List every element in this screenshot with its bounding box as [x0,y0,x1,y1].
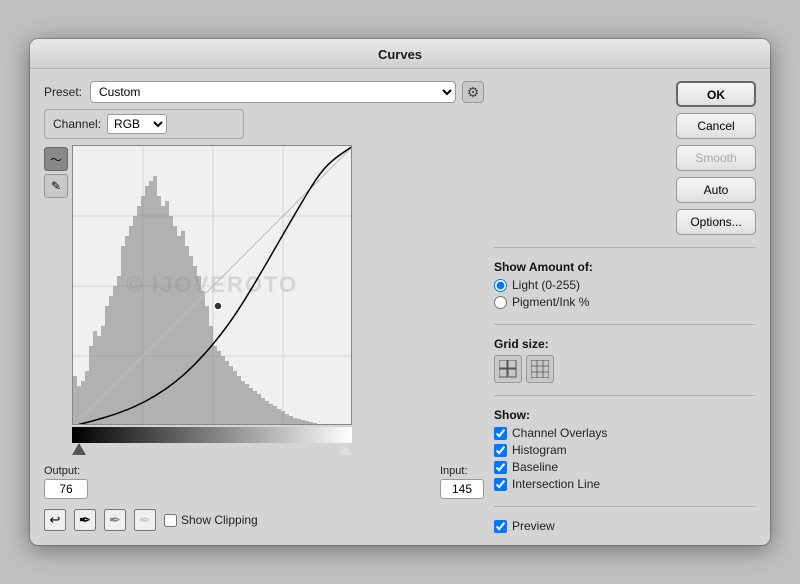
options-button[interactable]: Options... [676,209,756,235]
control-point[interactable] [214,302,222,310]
black-eyedropper-button[interactable]: ✒ [74,509,96,531]
preview-checkbox[interactable] [494,520,507,533]
divider-1 [494,247,756,248]
input-input[interactable] [440,479,484,499]
grid-10x10-button[interactable] [526,355,554,383]
grid-4x4-icon [499,360,517,378]
show-clipping-row: Show Clipping [164,513,258,527]
divider-3 [494,395,756,396]
black-point-slider[interactable] [72,443,86,455]
curve-area: 〜 ✎ © IJOVEROTO [44,145,484,457]
channel-row: Channel: RGB Red Green Blue [44,109,244,139]
show-clipping-label: Show Clipping [181,513,258,527]
grid-size-title: Grid size: [494,337,756,351]
light-radio[interactable] [494,279,507,292]
intersection-label: Intersection Line [512,477,600,491]
channel-select[interactable]: RGB Red Green Blue [107,114,167,134]
preview-label: Preview [512,519,555,533]
pigment-label: Pigment/Ink % [512,295,589,309]
pen-tool-button[interactable]: ✎ [44,174,68,198]
light-label: Light (0-255) [512,278,580,292]
gray-eyedropper-icon: ✒ [109,511,122,529]
show-title: Show: [494,408,756,422]
output-input-row: Output: Input: [44,465,484,499]
black-eyedropper-icon: ✒ [79,511,92,529]
channel-overlays-label: Channel Overlays [512,426,607,440]
output-section: Output: [44,465,88,499]
right-panel: OK Cancel Smooth Auto Options... Show Am… [494,81,756,533]
white-point-slider[interactable] [338,443,352,455]
grid-svg [73,146,352,425]
intersection-checkbox[interactable] [494,478,507,491]
pigment-radio-row: Pigment/Ink % [494,295,756,309]
curve-tools: 〜 ✎ [44,145,68,457]
preset-row: Preset: Custom ⚙ [44,81,484,103]
white-eyedropper-icon: ✒ [139,511,152,529]
gear-button[interactable]: ⚙ [462,81,484,103]
divider-2 [494,324,756,325]
title-text: Curves [378,47,422,62]
grid-10x10-icon [531,360,549,378]
gray-eyedropper-button[interactable]: ✒ [104,509,126,531]
dialog-body: Preset: Custom ⚙ Channel: RGB Red Green … [30,69,770,545]
curve-tool-button[interactable]: 〜 [44,147,68,171]
baseline-checkbox[interactable] [494,461,507,474]
grid-4x4-button[interactable] [494,355,522,383]
baseline-line [73,146,352,425]
input-section: Input: [440,465,484,499]
cancel-button[interactable]: Cancel [676,113,756,139]
preset-label: Preset: [44,85,84,99]
channel-label: Channel: [53,117,101,131]
gear-icon: ⚙ [467,84,480,101]
auto-button[interactable]: Auto [676,177,756,203]
divider-4 [494,506,756,507]
output-label: Output: [44,465,88,477]
channel-overlays-checkbox[interactable] [494,427,507,440]
curve-canvas[interactable]: © IJOVEROTO [72,145,352,425]
show-amount-title: Show Amount of: [494,260,756,274]
histogram-checkbox[interactable] [494,444,507,457]
button-group: OK Cancel Smooth Auto Options... [494,81,756,235]
input-label: Input: [440,465,468,477]
light-radio-row: Light (0-255) [494,278,756,292]
curve-path [73,146,352,425]
histogram-row: Histogram [494,443,756,457]
slider-container [72,443,352,457]
channel-overlays-row: Channel Overlays [494,426,756,440]
dialog-title: Curves [30,39,770,69]
grid-size-section: Grid size: [494,337,756,383]
pigment-radio[interactable] [494,296,507,309]
curves-dialog: Curves Preset: Custom ⚙ Channel: RGB Red [30,39,770,545]
bottom-tools-row: ↩ ✒ ✒ ✒ Show Clipping [44,509,484,531]
output-input[interactable] [44,479,88,499]
preset-select[interactable]: Custom [90,81,456,103]
baseline-label: Baseline [512,460,558,474]
left-panel: Preset: Custom ⚙ Channel: RGB Red Green … [44,81,484,533]
grid-buttons [494,355,756,383]
preview-row: Preview [494,519,756,533]
reset-button[interactable]: ↩ [44,509,66,531]
show-section: Show: Channel Overlays Histogram Baselin… [494,408,756,494]
histogram [73,176,325,425]
curve-tool-icon: 〜 [50,151,62,168]
reset-icon: ↩ [50,512,61,528]
intersection-row: Intersection Line [494,477,756,491]
ok-button[interactable]: OK [676,81,756,107]
horizontal-gradient-bar [72,427,352,443]
canvas-wrap: © IJOVEROTO [72,145,352,457]
show-clipping-checkbox[interactable] [164,514,177,527]
baseline-row: Baseline [494,460,756,474]
histogram-label: Histogram [512,443,567,457]
white-eyedropper-button[interactable]: ✒ [134,509,156,531]
watermark: © IJOVEROTO [126,272,298,298]
smooth-button[interactable]: Smooth [676,145,756,171]
show-amount-section: Show Amount of: Light (0-255) Pigment/In… [494,260,756,312]
pen-tool-icon: ✎ [51,179,61,193]
